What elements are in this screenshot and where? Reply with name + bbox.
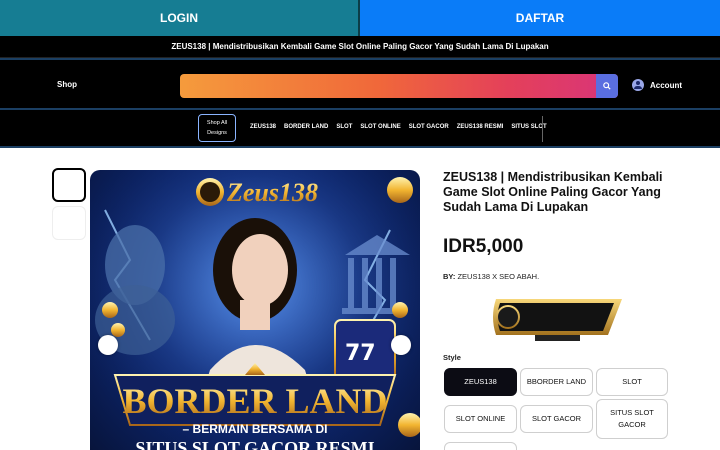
by-value: ZEUS138 X SEO ABAH. [457, 272, 540, 281]
banner-subtitle: – BERMAIN BERSAMA DI [183, 422, 328, 436]
style-option-slot[interactable]: SLOT [596, 368, 668, 396]
nav-item-slot-gacor[interactable]: SLOT GACOR [409, 124, 449, 130]
search-input[interactable] [180, 74, 618, 98]
nav-item-border-land[interactable]: BORDER LAND [284, 124, 328, 130]
daftar-button[interactable]: DAFTAR [360, 0, 720, 36]
account-label: Account [650, 80, 682, 90]
product-author: BY: ZEUS138 X SEO ABAH. [443, 272, 539, 281]
hero-artwork: Zeus138 77 BORDER LAND – BERMAIN BERSAMA… [90, 170, 420, 450]
nav-divider [542, 116, 543, 142]
gallery-prev-button[interactable] [98, 335, 118, 355]
search-icon [603, 82, 611, 90]
by-label: BY: [443, 272, 456, 281]
site-header: Shop Account [0, 58, 720, 110]
product-main-image: Zeus138 77 BORDER LAND – BERMAIN BERSAMA… [90, 170, 420, 450]
shop-all-designs-button[interactable]: Shop All Designs [198, 114, 236, 142]
gallery-thumbnail-2[interactable] [52, 206, 86, 240]
user-circle-icon [632, 79, 644, 91]
style-label: Style [443, 353, 461, 362]
banner-title: BORDER LAND [122, 381, 387, 421]
banner-subtitle-2: SITUS SLOT GACOR RESMI [135, 438, 374, 450]
gallery-thumbnail-1[interactable] [52, 168, 86, 202]
nav-items: ZEUS138 BORDER LAND SLOT SLOT ONLINE SLO… [250, 124, 547, 130]
nav-item-slot-online[interactable]: SLOT ONLINE [360, 124, 400, 130]
svg-text:77: 77 [345, 341, 376, 366]
category-nav: Shop All Designs ZEUS138 BORDER LAND SLO… [0, 110, 720, 148]
shop-link[interactable]: Shop [57, 80, 77, 89]
style-option-situs-slot-gacor[interactable]: SITUS SLOT GACOR [596, 399, 668, 439]
gallery-next-button[interactable] [391, 335, 411, 355]
style-option-border-land[interactable]: BBORDER LAND [520, 368, 593, 396]
brand-badge [493, 299, 622, 341]
login-button[interactable]: LOGIN [0, 0, 360, 36]
zeus138-logo: Zeus138 [196, 178, 318, 207]
svg-text:Zeus138: Zeus138 [226, 178, 318, 207]
account-link[interactable]: Account [632, 79, 682, 91]
style-option-slot-online[interactable]: SLOT ONLINE [444, 405, 517, 433]
product-title: ZEUS138 | Mendistribusikan Kembali Game … [443, 170, 663, 214]
announcement-bar: ZEUS138 | Mendistribusikan Kembali Game … [0, 36, 720, 58]
nav-item-zeus138[interactable]: ZEUS138 [250, 124, 276, 130]
nav-item-zeus138-resmi[interactable]: ZEUS138 RESMI [457, 124, 504, 130]
style-option-more[interactable] [444, 442, 517, 450]
top-bar: LOGIN DAFTAR [0, 0, 720, 36]
search-button[interactable] [596, 74, 618, 98]
style-option-slot-gacor[interactable]: SLOT GACOR [520, 405, 593, 433]
product-price: IDR5,000 [443, 236, 524, 257]
nav-item-slot[interactable]: SLOT [336, 124, 352, 130]
style-option-zeus138[interactable]: ZEUS138 [444, 368, 517, 396]
